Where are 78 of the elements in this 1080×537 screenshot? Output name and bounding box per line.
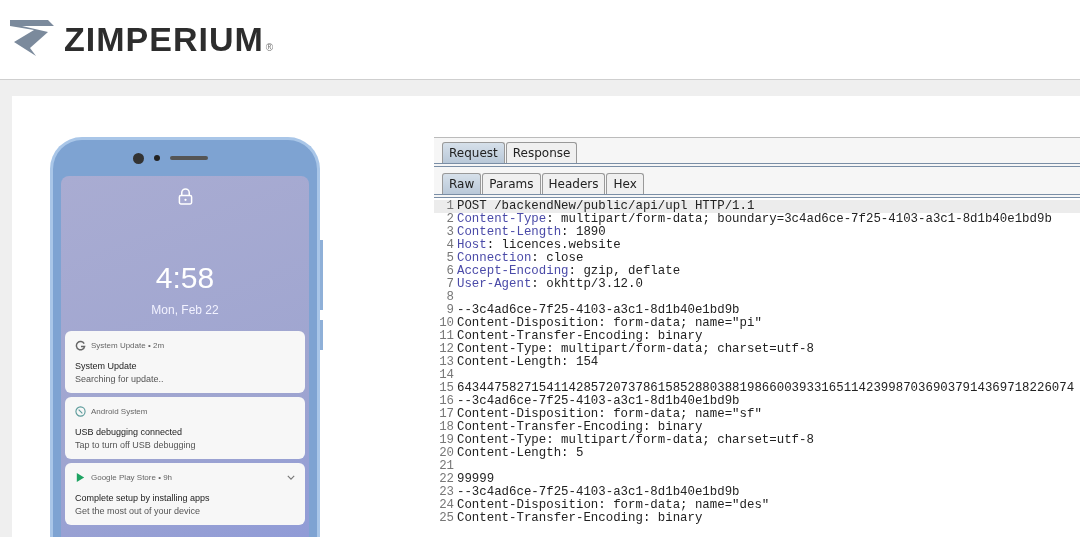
notification-title: USB debugging connected [75, 427, 184, 437]
notification-card[interactable]: System Update • 2m System Update Searching for update.. [65, 331, 305, 393]
line-number: 14 [438, 369, 455, 382]
code-line: POST /backendNew/public/api/upl HTTP/1.1 [457, 200, 755, 213]
line-number: 18 [438, 421, 455, 434]
line-number: 15 [438, 382, 455, 395]
line-number: 4 [445, 239, 455, 252]
notification-app: Android System [91, 407, 149, 416]
line-number: 23 [438, 486, 455, 499]
code-line: --3c4ad6ce-7f25-4103-a3c1-8d1b40e1bd9b [457, 395, 740, 408]
g-letter-icon [75, 340, 86, 351]
line-number: 22 [438, 473, 455, 486]
tab[interactable]: Headers [541, 173, 606, 194]
notification-app: Google Play Store • 9h [91, 473, 174, 482]
sensor-icon [153, 155, 160, 161]
code-line: Content-Disposition: form-data; name="pi" [457, 317, 762, 330]
code-line: 99999 [457, 473, 495, 486]
code-line: Content-Type: multipart/form-data; boundary=3c4ad6ce-7f25-4103-a3c1-8d1b40e1bd9b [457, 213, 1052, 226]
line-number: 24 [438, 499, 455, 512]
line-number: 6 [445, 265, 455, 278]
tab[interactable]: Raw [442, 173, 482, 194]
tab[interactable]: Hex [606, 173, 644, 194]
line-number: 10 [438, 317, 455, 330]
line-number: 21 [438, 460, 455, 473]
notification-text: Get the most out of your device [75, 506, 202, 516]
line-number: 20 [438, 447, 455, 460]
line-number: 25 [438, 512, 455, 525]
tab[interactable]: Params [482, 173, 541, 194]
code-line: --3c4ad6ce-7f25-4103-a3c1-8d1b40e1bd9b [457, 304, 740, 317]
code-line: Content-Length: 1890 [457, 226, 606, 239]
notification-text: Tap to turn off USB debugging [75, 440, 197, 450]
tab[interactable]: Response [505, 142, 578, 163]
line-number: 11 [438, 330, 455, 343]
line-number: 5 [445, 252, 455, 265]
logo-icon [8, 17, 56, 58]
code-line: Content-Length: 154 [457, 356, 599, 369]
line-number: 8 [445, 291, 455, 304]
code-line: Connection: close [457, 252, 584, 265]
notification-card[interactable]: Google Play Store • 9h Complete setup by installing apps Get the most out of your device [65, 463, 305, 525]
notification-title: System Update [75, 361, 138, 371]
android-system-icon [75, 406, 86, 417]
notification-title: Complete setup by installing apps [75, 493, 211, 503]
line-number: 2 [445, 213, 455, 226]
play-store-icon [75, 472, 86, 483]
code-line: Content-Disposition: form-data; name="sf" [457, 408, 762, 421]
code-line: Content-Transfer-Encoding: binary [457, 512, 703, 525]
lock-time: 4:58 [155, 261, 215, 295]
code-line: Content-Type: multipart/form-data; charset=utf-8 [457, 434, 814, 447]
logo-text: ZIMPERIUM [64, 20, 264, 59]
lock-date: Mon, Feb 22 [151, 303, 219, 317]
code-line: User-Agent: okhttp/3.12.0 [457, 278, 643, 291]
chevron-icon[interactable] [287, 475, 295, 480]
line-number: 12 [438, 343, 455, 356]
code-line: Content-Disposition: form-data; name="des" [457, 499, 770, 512]
notification-app: System Update • 2m [91, 341, 166, 350]
line-number: 1 [445, 200, 455, 213]
lock-icon [177, 188, 193, 205]
code-line: Content-Length: 5 [457, 447, 584, 460]
tab[interactable]: Request [442, 142, 505, 163]
line-number: 19 [438, 434, 455, 447]
line-number: 3 [445, 226, 455, 239]
code-line: --3c4ad6ce-7f25-4103-a3c1-8d1b40e1bd9b [457, 486, 740, 499]
code-line: Content-Transfer-Encoding: binary [457, 421, 703, 434]
code-line: Content-Transfer-Encoding: binary [457, 330, 703, 343]
notification-text: Searching for update.. [75, 374, 165, 384]
line-number: 9 [445, 304, 455, 317]
line-number: 13 [438, 356, 455, 369]
code-line: Host: licences.website [457, 239, 621, 252]
code-line: Content-Type: multipart/form-data; charset=utf-8 [457, 343, 814, 356]
code-line: Accept-Encoding: gzip, deflate [457, 265, 681, 278]
speaker-icon [169, 156, 208, 160]
line-number: 7 [445, 278, 455, 291]
registered-mark: ® [265, 42, 274, 53]
notification-card[interactable]: Android System USB debugging connected Tap to turn off USB debugging [65, 397, 305, 459]
line-number: 16 [438, 395, 455, 408]
line-number: 17 [438, 408, 455, 421]
camera-icon [132, 152, 144, 164]
code-line: 64344758271541142857207378615852880388198660039331651142399870369037914369718226074 [457, 382, 1075, 395]
